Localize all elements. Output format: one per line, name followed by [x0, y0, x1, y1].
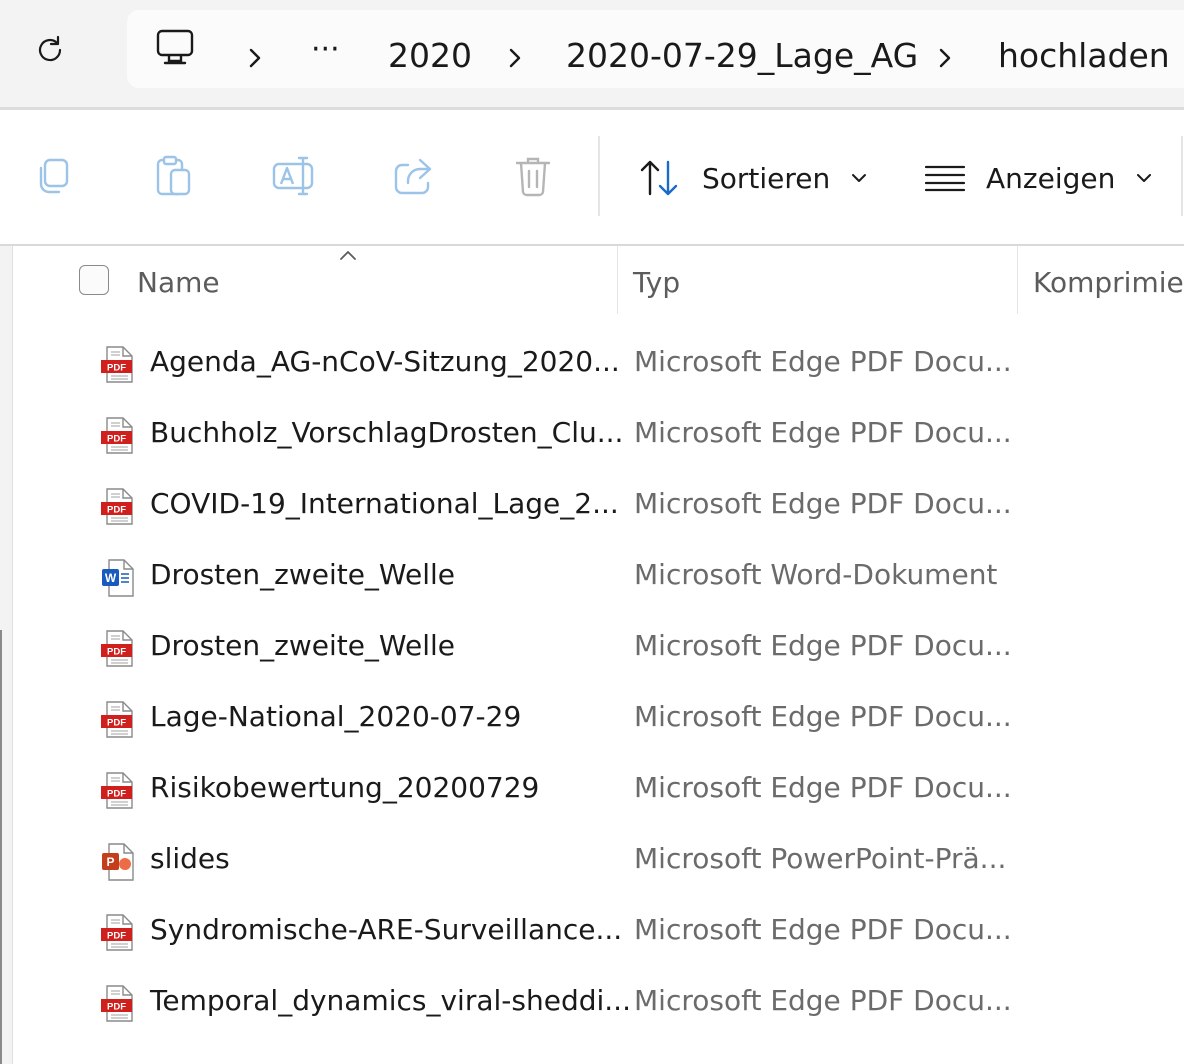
pdf-file-icon: PDF: [101, 346, 133, 383]
view-label: Anzeigen: [986, 161, 1116, 195]
toolbar-separator: [1181, 136, 1183, 216]
pdf-file-icon: PDF: [101, 488, 133, 525]
column-header-name[interactable]: Name: [137, 266, 220, 299]
toolbar-separator: [598, 136, 600, 216]
file-name: Agenda_AG-nCoV-Sitzung_2020...: [150, 345, 620, 378]
chevron-right-icon: [939, 48, 951, 68]
breadcrumb-item-2020[interactable]: 2020: [388, 34, 472, 78]
file-type: Microsoft Word-Dokument: [634, 558, 998, 591]
breadcrumb[interactable]: ··· 2020 2020-07-29_Lage_AG hochladen: [127, 10, 1184, 88]
file-name: Lage-National_2020-07-29: [150, 700, 522, 733]
file-row[interactable]: PDF Risikobewertung_20200729 Microsoft Ed…: [13, 755, 1184, 826]
sort-label: Sortieren: [702, 161, 831, 195]
share-button[interactable]: [389, 152, 437, 200]
sort-menu-button[interactable]: Sortieren: [638, 150, 868, 206]
breadcrumb-overflow[interactable]: ···: [311, 28, 340, 72]
command-bar: Sortieren Anzeigen: [0, 110, 1184, 244]
column-header-compressed[interactable]: Komprimier: [1033, 266, 1184, 299]
file-name: COVID-19_International_Lage_2...: [150, 487, 619, 520]
file-row[interactable]: PDF Agenda_AG-nCoV-Sitzung_2020... Micros…: [13, 329, 1184, 400]
trash-icon: [515, 157, 551, 197]
file-type: Microsoft Edge PDF Docu...: [634, 913, 1012, 946]
file-row[interactable]: PDF Buchholz_VorschlagDrosten_Clu... Micr…: [13, 400, 1184, 471]
pdf-badge-text: PDF: [107, 930, 126, 941]
file-name: Risikobewertung_20200729: [150, 771, 540, 804]
navigation-pane-scrollbar[interactable]: [0, 630, 2, 1064]
file-type: Microsoft Edge PDF Docu...: [634, 629, 1012, 662]
pdf-badge-text: PDF: [107, 717, 126, 728]
column-header-row: Name Typ Komprimier: [13, 246, 1184, 314]
file-name: Temporal_dynamics_viral-sheddi...: [150, 984, 631, 1017]
pdf-file-icon: PDF: [101, 417, 133, 454]
copy-icon: [39, 158, 69, 194]
chevron-right-icon: [249, 48, 261, 68]
file-name: Drosten_zweite_Welle: [150, 629, 455, 662]
file-type: Microsoft Edge PDF Docu...: [634, 487, 1012, 520]
file-type: Microsoft PowerPoint-Prä...: [634, 842, 1007, 875]
file-type: Microsoft Edge PDF Docu...: [634, 771, 1012, 804]
file-name: Buchholz_VorschlagDrosten_Clu...: [150, 416, 624, 449]
file-row[interactable]: P slides Microsoft PowerPoint-Prä...: [13, 826, 1184, 897]
chevron-down-icon: [1137, 174, 1152, 182]
refresh-button[interactable]: [28, 28, 72, 72]
file-type: Microsoft Edge PDF Docu...: [634, 416, 1012, 449]
file-row[interactable]: PDF Syndromische-ARE-Surveillance... Micr…: [13, 897, 1184, 968]
computer-icon[interactable]: [155, 28, 195, 70]
chevron-down-icon: [852, 174, 867, 182]
view-menu-button[interactable]: Anzeigen: [924, 150, 1153, 206]
column-divider[interactable]: [1017, 246, 1018, 314]
pdf-file-icon: PDF: [101, 630, 133, 667]
file-name: Drosten_zweite_Welle: [150, 558, 455, 591]
pdf-badge-text: PDF: [107, 362, 126, 373]
chevron-right-icon: [509, 48, 521, 68]
view-list-icon: [924, 165, 966, 192]
file-row[interactable]: PDF COVID-19_International_Lage_2... Micr…: [13, 471, 1184, 542]
share-icon: [394, 158, 432, 195]
powerpoint-file-icon: P: [102, 843, 134, 881]
delete-button[interactable]: [509, 152, 557, 200]
pdf-badge-text: PDF: [107, 646, 126, 657]
file-row[interactable]: PDF Lage-National_2020-07-29 Microsoft Ed…: [13, 684, 1184, 755]
file-type: Microsoft Edge PDF Docu...: [634, 700, 1012, 733]
word-badge-text: W: [105, 571, 117, 585]
file-row[interactable]: PDF Drosten_zweite_Welle Microsoft Edge P…: [13, 613, 1184, 684]
copy-button[interactable]: [29, 152, 77, 200]
pdf-file-icon: PDF: [101, 985, 133, 1022]
file-name: slides: [150, 842, 230, 875]
breadcrumb-item-lage-ag[interactable]: 2020-07-29_Lage_AG: [566, 34, 918, 78]
file-type: Microsoft Edge PDF Docu...: [634, 345, 1012, 378]
pdf-badge-text: PDF: [107, 788, 126, 799]
ppt-badge-text: P: [106, 855, 114, 869]
file-name: Syndromische-ARE-Surveillance...: [150, 913, 623, 946]
rename-button[interactable]: [269, 152, 317, 200]
breadcrumb-item-hochladen[interactable]: hochladen: [998, 34, 1170, 78]
pdf-file-icon: PDF: [101, 772, 133, 809]
select-all-checkbox[interactable]: [79, 265, 109, 295]
rename-icon: [272, 156, 314, 196]
column-header-type[interactable]: Typ: [633, 266, 680, 299]
paste-button[interactable]: [149, 152, 197, 200]
file-row[interactable]: W Drosten_zweite_Welle Microsoft Word-Dok…: [13, 542, 1184, 613]
pdf-file-icon: PDF: [101, 701, 133, 738]
word-file-icon: W: [102, 559, 134, 597]
pdf-badge-text: PDF: [107, 433, 126, 444]
pdf-badge-text: PDF: [107, 1001, 126, 1012]
clipboard-icon: [156, 155, 191, 196]
file-list: PDF Agenda_AG-nCoV-Sitzung_2020... Micros…: [13, 329, 1184, 1039]
refresh-icon: [38, 35, 62, 62]
sort-icon: [640, 160, 678, 196]
file-row[interactable]: PDF Temporal_dynamics_viral-sheddi... Mic…: [13, 968, 1184, 1039]
column-divider[interactable]: [617, 246, 618, 314]
address-area: ··· 2020 2020-07-29_Lage_AG hochladen: [0, 0, 1184, 107]
pdf-file-icon: PDF: [101, 914, 133, 951]
file-type: Microsoft Edge PDF Docu...: [634, 984, 1012, 1017]
sort-ascending-icon: [340, 251, 356, 260]
pdf-badge-text: PDF: [107, 504, 126, 515]
